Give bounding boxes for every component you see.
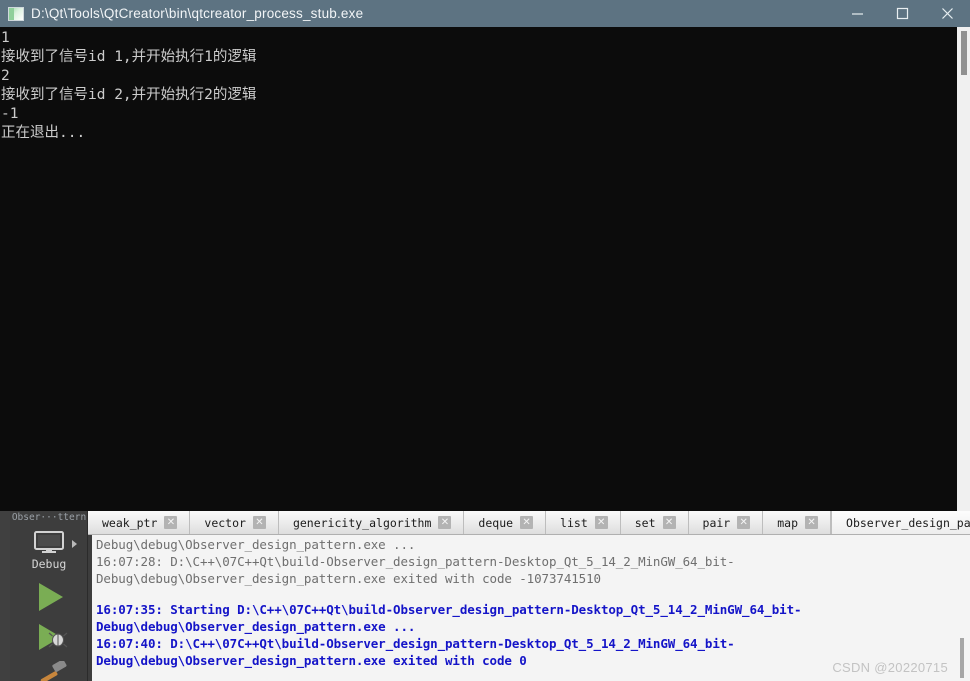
tab-label: pair <box>702 515 731 530</box>
active-project-name: Obser···ttern <box>11 512 87 523</box>
tab-label: vector <box>204 515 246 530</box>
tab-label: Observer_design_pattern <box>846 515 970 530</box>
console-scrollbar-thumb[interactable] <box>961 31 967 75</box>
output-line: Debug\debug\Observer_design_pattern.exe … <box>96 537 416 552</box>
qt-creator-screenshot: D:\Qt\Tools\QtCreator\bin\qtcreator_proc… <box>0 0 970 681</box>
csdn-watermark: CSDN @20220715 <box>832 660 948 675</box>
output-line: 16:07:28: D:\C++\07C++Qt\build-Observer_… <box>96 554 735 569</box>
tab-Observer_design_pattern[interactable]: Observer_design_pattern ✕ <box>831 511 970 534</box>
tab-label: set <box>634 515 656 530</box>
application-output-pane[interactable]: Debug\debug\Observer_design_pattern.exe … <box>88 535 970 681</box>
tab-vector[interactable]: vector ✕ <box>190 511 279 534</box>
output-line: Debug\debug\Observer_design_pattern.exe … <box>96 571 601 586</box>
run-play-icon[interactable] <box>39 583 63 611</box>
output-line: Debug\debug\Observer_design_pattern.exe … <box>96 653 527 668</box>
console-line: 正在退出... <box>1 125 86 141</box>
console-line: 接收到了信号id 1,并开始执行1的逻辑 <box>1 49 257 65</box>
console-line: -1 <box>1 106 19 122</box>
kit-mode-label: Debug <box>31 557 67 571</box>
tab-label: weak_ptr <box>102 515 158 530</box>
tab-close-icon[interactable]: ✕ <box>164 516 178 529</box>
tab-close-icon[interactable]: ✕ <box>594 516 608 529</box>
tab-close-icon[interactable]: ✕ <box>737 516 751 529</box>
console-window: D:\Qt\Tools\QtCreator\bin\qtcreator_proc… <box>0 0 970 511</box>
tab-label: list <box>560 515 588 530</box>
debug-play-bug-icon[interactable] <box>37 623 71 651</box>
qt-mode-sidebar <box>0 511 10 681</box>
qt-output-area: weak_ptr ✕ vector ✕ genericity_algorithm… <box>88 511 970 681</box>
console-titlebar[interactable]: D:\Qt\Tools\QtCreator\bin\qtcreator_proc… <box>0 0 970 27</box>
tab-close-icon[interactable]: ✕ <box>252 516 266 529</box>
application-output-tabbar: weak_ptr ✕ vector ✕ genericity_algorithm… <box>88 511 970 535</box>
tab-deque[interactable]: deque ✕ <box>464 511 547 534</box>
output-line: 16:07:35: Starting D:\C++\07C++Qt\build-… <box>96 602 802 617</box>
tab-label: deque <box>478 515 514 530</box>
output-left-edge <box>88 535 92 681</box>
output-scrollbar-thumb[interactable] <box>960 638 964 678</box>
tab-close-icon[interactable]: ✕ <box>520 516 534 529</box>
console-output[interactable]: 1 接收到了信号id 1,并开始执行1的逻辑 2 接收到了信号id 2,并开始执… <box>0 27 956 511</box>
output-vertical-scrollbar[interactable] <box>955 535 969 681</box>
close-button[interactable] <box>925 0 970 27</box>
tab-label: genericity_algorithm <box>292 515 432 530</box>
output-line-list: Debug\debug\Observer_design_pattern.exe … <box>96 536 954 669</box>
output-line: 16:07:40: D:\C++\07C++Qt\build-Observer_… <box>96 636 735 651</box>
tab-pair[interactable]: pair ✕ <box>688 511 764 534</box>
window-title: D:\Qt\Tools\QtCreator\bin\qtcreator_proc… <box>31 6 364 21</box>
qt-creator-panel: Obser···ttern Debug weak_ptr ✕ vector ✕ … <box>0 511 970 681</box>
tab-close-icon[interactable]: ✕ <box>662 516 676 529</box>
tab-close-icon[interactable]: ✕ <box>438 516 452 529</box>
tab-weak_ptr[interactable]: weak_ptr ✕ <box>88 511 191 534</box>
console-vertical-scrollbar[interactable] <box>956 27 970 511</box>
tab-list[interactable]: list ✕ <box>546 511 621 534</box>
minimize-button[interactable] <box>835 0 880 27</box>
chevron-right-icon <box>72 540 77 548</box>
build-hammer-icon[interactable] <box>40 659 68 681</box>
console-line: 接收到了信号id 2,并开始执行2的逻辑 <box>1 87 257 103</box>
tab-map[interactable]: map ✕ <box>763 511 832 534</box>
app-window-icon <box>8 6 24 21</box>
tab-label: map <box>777 515 799 530</box>
console-line: 2 <box>1 68 10 84</box>
tab-close-icon[interactable]: ✕ <box>805 516 819 529</box>
maximize-button[interactable] <box>880 0 925 27</box>
desktop-monitor-icon <box>34 531 64 553</box>
tab-set[interactable]: set ✕ <box>620 511 689 534</box>
window-controls <box>835 0 970 27</box>
tab-genericity_algorithm[interactable]: genericity_algorithm ✕ <box>278 511 465 534</box>
kit-selector[interactable]: Obser···ttern Debug <box>10 511 88 681</box>
output-line: Debug\debug\Observer_design_pattern.exe … <box>96 619 416 634</box>
console-line: 1 <box>1 30 10 46</box>
output-line-spacer <box>96 587 954 601</box>
